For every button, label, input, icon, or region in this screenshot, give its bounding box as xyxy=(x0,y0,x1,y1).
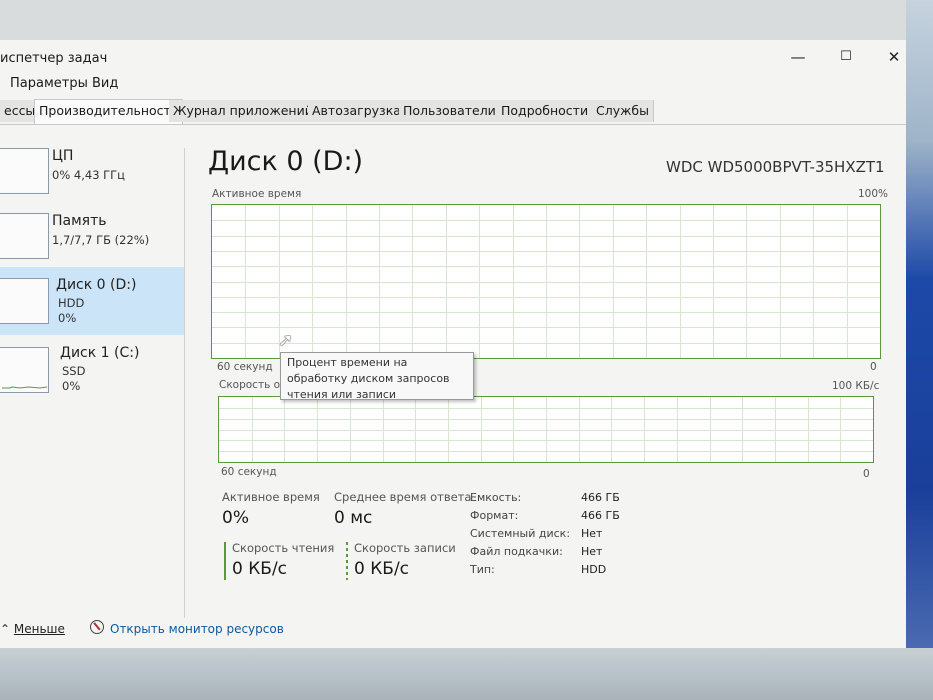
footer: ⌃ Меньше Открыть монитор ресурсов xyxy=(0,608,906,648)
tab-startup[interactable]: Автозагрузка xyxy=(308,100,406,122)
fewer-details-label: Меньше xyxy=(13,622,65,636)
disk1-activity-line xyxy=(2,386,48,389)
format-value: 466 ГБ xyxy=(581,509,620,522)
graph1-time-span: 60 секунд xyxy=(217,361,273,373)
tooltip: Процент времени на обработку диском запр… xyxy=(280,352,474,401)
tab-users[interactable]: Пользователи xyxy=(399,100,501,122)
sidebar-item-usage: 0% xyxy=(62,379,81,393)
capacity-value: 466 ГБ xyxy=(581,491,620,504)
sidebar-item-detail: 0% 4,43 ГГц xyxy=(52,168,126,182)
resource-monitor-icon xyxy=(90,620,104,634)
active-time-label: Активное время xyxy=(222,490,320,504)
tab-performance[interactable]: Производительность xyxy=(34,99,184,124)
sidebar-item-disk0[interactable]: Диск 0 (D:) HDD 0% xyxy=(0,267,184,335)
format-label: Формат: xyxy=(470,509,519,522)
cpu-thumbnail xyxy=(0,148,49,194)
sidebar-item-title: Диск 0 (D:) xyxy=(56,277,137,293)
task-manager-window: испетчер задач — ☐ ✕ Параметры Вид ессы … xyxy=(0,40,906,648)
minimize-button[interactable]: — xyxy=(788,48,808,66)
menu-item-view[interactable]: Вид xyxy=(92,76,118,91)
transfer-rate-graph[interactable] xyxy=(218,396,874,463)
fewer-details-button[interactable]: ⌃ Меньше xyxy=(0,622,65,636)
system-disk-label: Системный диск: xyxy=(470,527,571,540)
close-button[interactable]: ✕ xyxy=(884,48,904,66)
graph1-max: 100% xyxy=(858,188,889,200)
graph2-max: 100 КБ/с xyxy=(832,380,880,392)
sidebar-item-usage: 0% xyxy=(58,311,77,325)
sidebar-item-title: ЦП xyxy=(52,148,74,164)
maximize-button[interactable]: ☐ xyxy=(836,48,856,66)
graph2-time-span: 60 секунд xyxy=(221,466,277,478)
window-title: испетчер задач xyxy=(0,51,108,66)
write-speed-value: 0 КБ/с xyxy=(354,559,410,579)
response-time-label: Среднее время ответа xyxy=(334,490,472,504)
open-resource-monitor-link[interactable]: Открыть монитор ресурсов xyxy=(110,622,284,636)
desktop-area xyxy=(0,648,933,700)
type-value: HDD xyxy=(581,563,607,576)
capacity-label: Емкость: xyxy=(470,491,522,504)
page-file-label: Файл подкачки: xyxy=(470,545,563,558)
read-speed-indicator xyxy=(224,542,226,580)
sidebar-item-memory[interactable]: Память 1,7/7,7 ГБ (22%) xyxy=(0,205,184,267)
tab-app-history[interactable]: Журнал приложений xyxy=(169,100,318,122)
sidebar-item-cpu[interactable]: ЦП 0% 4,43 ГГц xyxy=(0,140,184,202)
type-label: Тип: xyxy=(470,563,495,576)
disk0-thumbnail xyxy=(0,278,49,324)
graph2-min: 0 xyxy=(863,468,870,480)
memory-thumbnail xyxy=(0,213,49,259)
read-speed-value: 0 КБ/с xyxy=(232,559,288,579)
mouse-cursor-icon: ➚ xyxy=(278,330,294,351)
menu-item-options[interactable]: Параметры xyxy=(10,76,88,91)
write-speed-indicator xyxy=(346,542,348,580)
graph2-label: Скорость о xyxy=(219,379,281,391)
sidebar-item-type: HDD xyxy=(58,296,85,310)
page-title: Диск 0 (D:) xyxy=(208,146,364,177)
write-speed-label: Скорость записи xyxy=(354,541,456,555)
active-time-value: 0% xyxy=(222,508,249,528)
sidebar-item-title: Диск 1 (C:) xyxy=(60,345,140,361)
desktop-wallpaper xyxy=(906,0,933,700)
sidebar-item-detail: 1,7/7,7 ГБ (22%) xyxy=(52,233,150,247)
disk-model: WDC WD5000BPVT-35HXZT1 xyxy=(666,158,885,176)
sidebar-item-type: SSD xyxy=(62,364,86,378)
tab-details[interactable]: Подробности xyxy=(497,100,594,122)
page-file-value: Нет xyxy=(581,545,603,558)
graph1-min: 0 xyxy=(870,361,877,373)
disk1-thumbnail xyxy=(0,347,49,393)
active-time-graph[interactable] xyxy=(211,204,881,359)
title-bar[interactable]: испетчер задач — ☐ ✕ xyxy=(0,40,906,74)
panel-divider xyxy=(184,148,185,618)
sidebar-item-title: Память xyxy=(52,213,107,229)
tab-services[interactable]: Службы xyxy=(592,100,654,122)
system-disk-value: Нет xyxy=(581,527,603,540)
response-time-value: 0 мс xyxy=(334,508,373,528)
tab-bar: ессы Производительность Журнал приложени… xyxy=(0,99,906,124)
tab-divider xyxy=(0,124,906,125)
sidebar-item-disk1[interactable]: Диск 1 (C:) SSD 0% xyxy=(0,340,184,400)
transfer-rate-grid xyxy=(219,397,873,462)
graph1-label: Активное время xyxy=(212,188,302,200)
active-time-grid xyxy=(212,205,880,358)
read-speed-label: Скорость чтения xyxy=(232,541,335,555)
